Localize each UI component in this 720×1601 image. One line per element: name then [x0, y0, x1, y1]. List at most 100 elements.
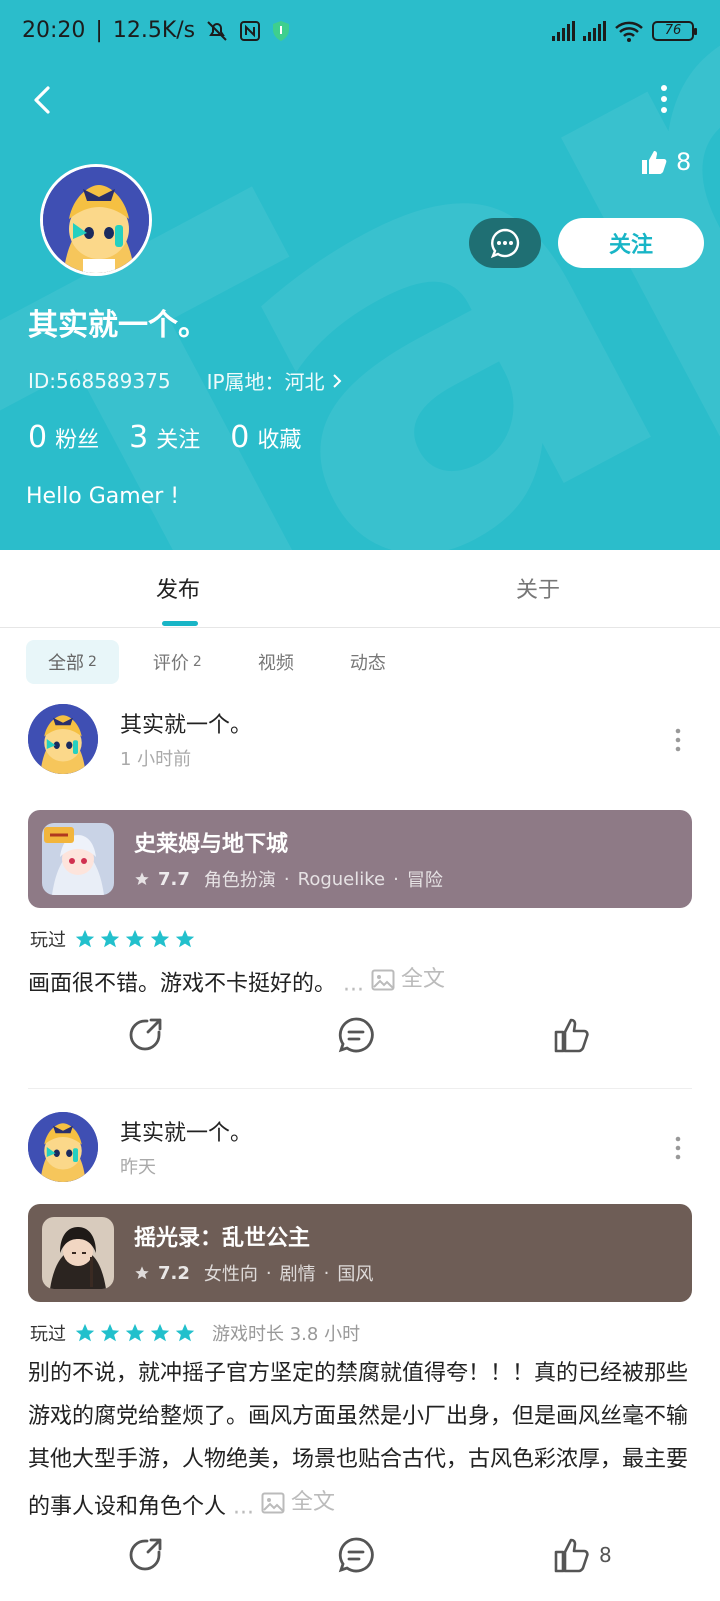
stat-number: 0	[230, 420, 250, 455]
ellipsis: ...	[343, 971, 364, 997]
share-icon	[129, 1018, 162, 1051]
tab-about[interactable]: 关于	[516, 572, 560, 604]
filter-label: 视频	[257, 653, 294, 674]
game-card[interactable]: 史莱姆与地下城 7.7 角色扮演 · Roguelike · 冒险	[28, 810, 692, 908]
filter-reviews[interactable]: 评价 2	[131, 640, 224, 684]
played-rating: 玩过 游戏时长 3.8 小时	[30, 1320, 360, 1346]
game-info: 史莱姆与地下城 7.7 角色扮演 · Roguelike · 冒险	[134, 826, 443, 892]
post-divider	[28, 1088, 692, 1089]
review-body: 别的不说，就冲摇子官方坚定的禁腐就值得夸！！！真的已经被那些游戏的腐党给整烦了。…	[28, 1361, 689, 1520]
post-author-block: 其实就一个。 1 小时前	[120, 707, 252, 771]
chevron-right-icon	[332, 373, 341, 388]
tag-separator: ·	[265, 1262, 272, 1284]
full-text-label: 全文	[401, 967, 446, 992]
game-info: 摇光录：乱世公主 7.2 女性向 · 剧情 · 国风	[134, 1220, 373, 1286]
ellipsis: ...	[233, 1494, 254, 1520]
full-text-link[interactable]: 全文	[261, 1481, 335, 1524]
filter-label: 评价	[152, 653, 189, 674]
filter-moments[interactable]: 动态	[328, 640, 408, 684]
avatar-image	[28, 1112, 98, 1182]
like-button[interactable]: 8	[553, 1536, 612, 1574]
game-meta: 7.7 角色扮演 · Roguelike · 冒险	[134, 866, 443, 892]
post-actions: 8	[0, 1536, 720, 1586]
tab-posts[interactable]: 发布	[156, 572, 200, 604]
like-button[interactable]	[553, 1016, 599, 1054]
full-text-link[interactable]: 全文	[371, 958, 445, 1001]
filter-videos[interactable]: 视频	[236, 640, 316, 684]
full-text-label: 全文	[291, 1490, 336, 1515]
post-header: 其实就一个。 昨天	[28, 1112, 252, 1182]
profile-bio: Hello Gamer !	[26, 484, 180, 509]
profile-username: 其实就一个。	[28, 308, 208, 343]
stat-following[interactable]: 3 关注	[129, 420, 200, 455]
back-icon[interactable]	[24, 82, 60, 118]
game-tag: 国风	[337, 1264, 374, 1285]
status-time: 20:20	[22, 18, 86, 43]
more-options-icon[interactable]	[656, 84, 672, 114]
post-author[interactable]: 其实就一个。	[120, 1115, 252, 1147]
share-button[interactable]	[126, 1016, 164, 1054]
signal-icon-2	[583, 21, 606, 41]
watermark: Tap	[0, 0, 720, 550]
review-body: 画面很不错。游戏不卡挺好的。	[28, 971, 337, 997]
game-tag: 剧情	[279, 1264, 316, 1285]
profile-header: Tap 20:20 | 12.5K/s 76 8 关注 其实就一个。 ID:56…	[0, 0, 720, 550]
played-label: 玩过	[30, 1324, 66, 1345]
played-label: 玩过	[30, 930, 66, 951]
comment-button[interactable]	[337, 1016, 375, 1054]
game-score: 7.7	[158, 868, 190, 890]
post-avatar[interactable]	[28, 704, 98, 774]
comment-icon	[338, 1537, 374, 1573]
filter-label: 全部	[48, 653, 84, 674]
profile-id: ID:568589375	[28, 368, 171, 393]
message-button[interactable]	[469, 218, 541, 268]
game-card[interactable]: 摇光录：乱世公主 7.2 女性向 · 剧情 · 国风	[28, 1204, 692, 1302]
filter-all[interactable]: 全部 2	[26, 640, 119, 684]
post-time: 昨天	[120, 1157, 156, 1178]
post-header: 其实就一个。 1 小时前	[28, 704, 252, 774]
review-text[interactable]: 别的不说，就冲摇子官方坚定的禁腐就值得夸！！！真的已经被那些游戏的腐党给整烦了。…	[28, 1352, 692, 1524]
share-icon	[129, 1538, 162, 1571]
avatar-image	[28, 704, 98, 774]
like-count: 8	[599, 1543, 612, 1567]
chat-icon	[490, 228, 520, 259]
post-avatar[interactable]	[28, 1112, 98, 1182]
battery-icon: 76	[652, 21, 697, 41]
post-author[interactable]: 其实就一个。	[120, 707, 252, 739]
game-artwork	[42, 1217, 114, 1289]
game-title: 摇光录：乱世公主	[134, 1226, 311, 1251]
avatar[interactable]	[40, 164, 152, 276]
ip-location-label: IP属地：河北	[206, 370, 325, 394]
filter-chips: 全部 2 评价 2 视频 动态	[26, 640, 408, 684]
game-tag: 女性向	[203, 1264, 258, 1285]
post-more-icon[interactable]	[674, 1136, 682, 1160]
stat-favorites[interactable]: 0 收藏	[230, 420, 301, 455]
review-text[interactable]: 画面很不错。游戏不卡挺好的。 ... 全文	[28, 958, 692, 1006]
played-rating: 玩过	[30, 926, 196, 952]
game-title: 史莱姆与地下城	[134, 832, 289, 857]
mute-icon	[207, 20, 227, 41]
game-score: 7.2	[158, 1262, 190, 1284]
tag-separator: ·	[393, 868, 399, 890]
playtime: 游戏时长 3.8 小时	[212, 1324, 361, 1345]
stat-followers[interactable]: 0 粉丝	[28, 420, 99, 455]
image-icon	[261, 1492, 285, 1513]
wifi-icon	[615, 21, 643, 42]
comment-button[interactable]	[337, 1536, 375, 1574]
game-tag: 冒险	[406, 870, 443, 891]
comment-icon	[338, 1017, 374, 1053]
star-icon	[75, 929, 95, 948]
profile-tabs: 发布 关于	[0, 550, 720, 628]
nfc-icon	[240, 20, 261, 41]
stat-number: 3	[129, 420, 149, 455]
follow-button[interactable]: 关注	[558, 218, 704, 268]
status-right: 76	[552, 20, 697, 42]
thumbs-up-icon	[554, 1538, 589, 1573]
profile-like[interactable]: 8	[640, 148, 691, 176]
stat-label: 关注	[156, 428, 201, 453]
share-button[interactable]	[126, 1536, 164, 1574]
post-more-icon[interactable]	[674, 728, 682, 752]
game-artwork	[42, 823, 114, 895]
ip-location[interactable]: IP属地：河北	[207, 366, 343, 395]
stat-label: 收藏	[257, 428, 302, 453]
